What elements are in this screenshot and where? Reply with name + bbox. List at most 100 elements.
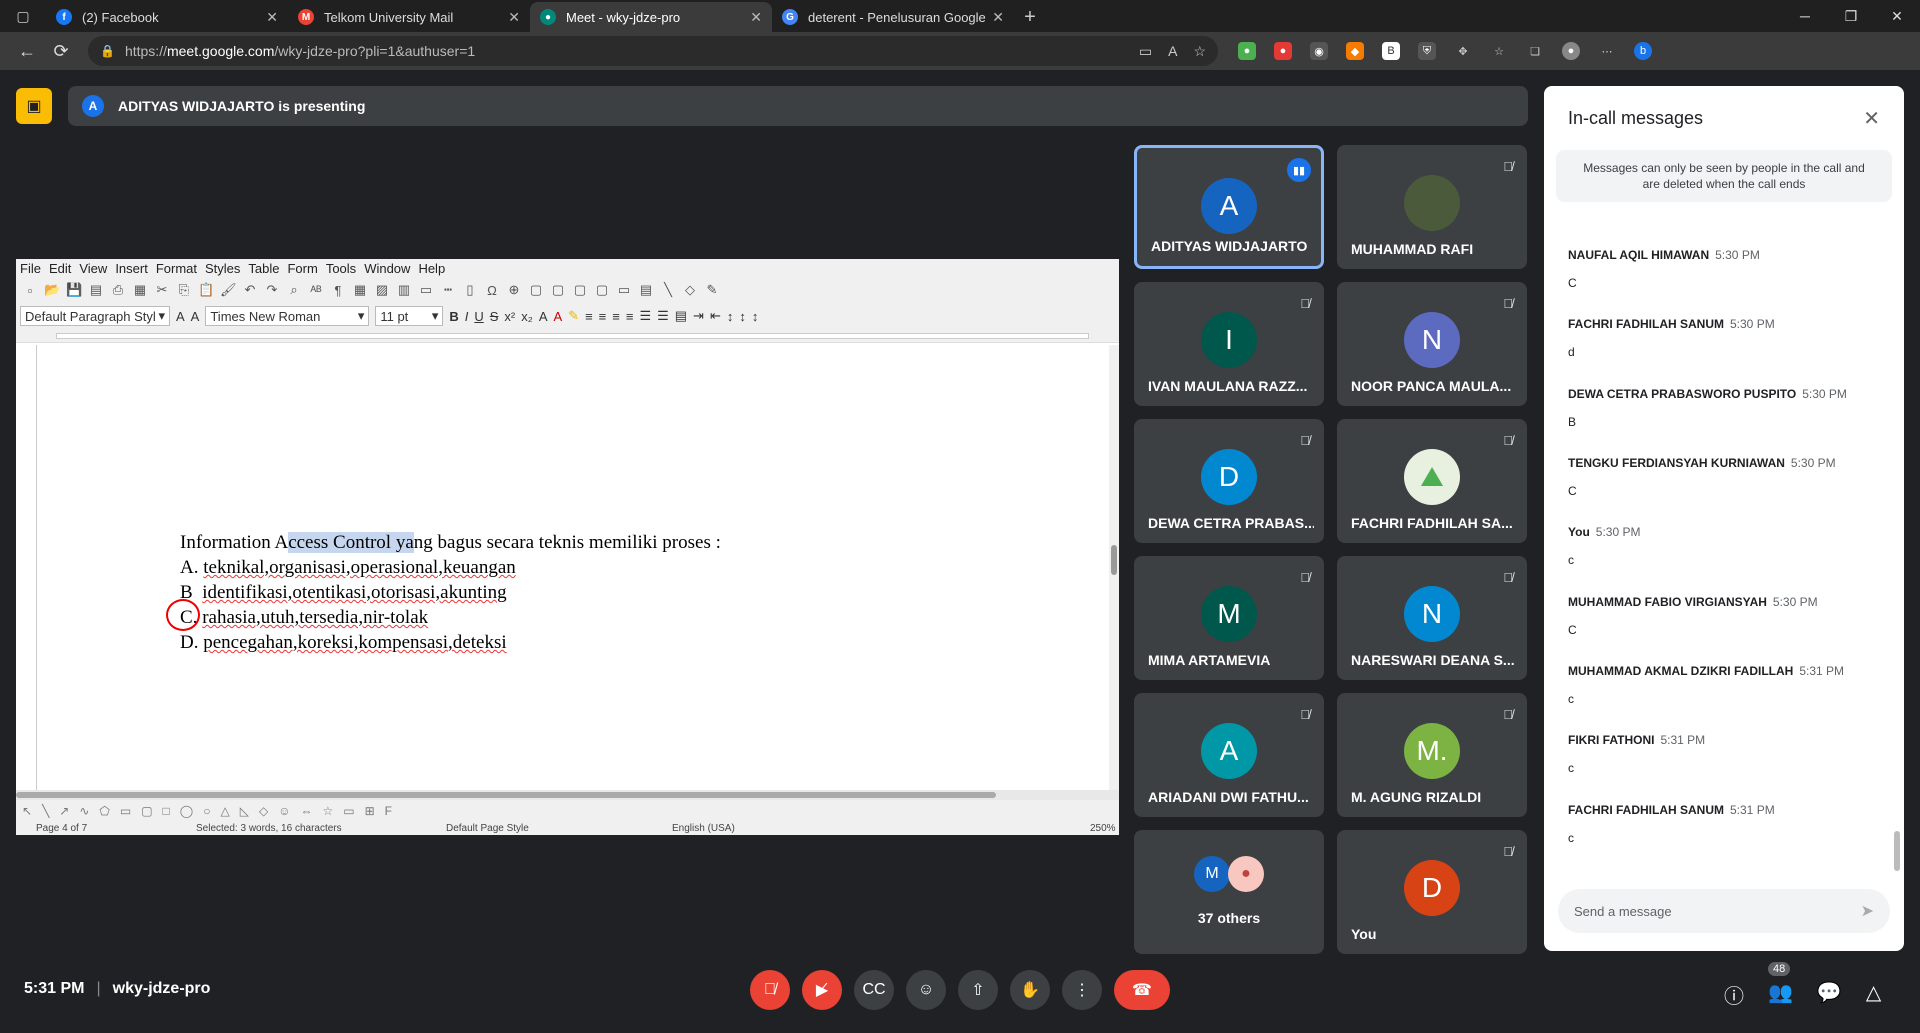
clear-formatting-icon[interactable]: A	[539, 309, 548, 324]
menu-insert[interactable]: Insert	[115, 261, 148, 276]
document-text[interactable]: Information Access Control yang bagus se…	[180, 530, 721, 655]
align-right-icon[interactable]: ≡	[612, 309, 620, 324]
favorite-add-icon[interactable]: ☆	[1193, 43, 1206, 60]
extension-icon[interactable]: ◆	[1346, 42, 1364, 60]
more-options-button[interactable]: ⋮	[1062, 970, 1102, 1010]
reactions-button[interactable]: ☺	[906, 970, 946, 1010]
menu-table[interactable]: Table	[248, 261, 279, 276]
rounded-rectangle-icon[interactable]: ▢	[141, 804, 152, 818]
chat-scrollbar[interactable]	[1894, 831, 1900, 871]
menu-form[interactable]: Form	[287, 261, 317, 276]
endnote-icon[interactable]: ▢	[550, 282, 566, 298]
tab-facebook[interactable]: f (2) Facebook ✕	[46, 2, 288, 32]
meeting-code[interactable]: wky-jdze-pro	[113, 980, 211, 998]
shapes-icon[interactable]: ◇	[682, 282, 698, 298]
italic-icon[interactable]: I	[465, 309, 469, 324]
update-style-icon[interactable]: A	[176, 309, 185, 324]
menu-view[interactable]: View	[79, 261, 107, 276]
menu-help[interactable]: Help	[418, 261, 445, 276]
restore-icon[interactable]: ❐	[1828, 0, 1874, 32]
diamond-icon[interactable]: ◇	[259, 804, 268, 818]
more-icon[interactable]: ⋯	[1598, 42, 1616, 60]
font-color-icon[interactable]: A	[553, 309, 562, 324]
cut-icon[interactable]: ✂	[154, 282, 170, 298]
select-icon[interactable]: ↖	[22, 804, 32, 818]
justify-icon[interactable]: ≡	[626, 309, 634, 324]
horizontal-ruler[interactable]	[16, 329, 1119, 343]
square-icon[interactable]: □	[163, 804, 170, 818]
chat-icon[interactable]: 💬	[1817, 980, 1842, 1009]
font-name-select[interactable]: Times New Roman ▾	[205, 306, 370, 326]
close-icon[interactable]: ✕	[266, 9, 278, 26]
tab-meet[interactable]: ● Meet - wky-jdze-pro ✕	[530, 2, 772, 32]
extensions-icon[interactable]: ✥	[1454, 42, 1472, 60]
raise-hand-button[interactable]: ✋	[1010, 970, 1050, 1010]
decrease-spacing-icon[interactable]: ↕	[752, 309, 759, 324]
insert-textbox-icon[interactable]: ▭	[418, 282, 434, 298]
close-icon[interactable]: ✕	[750, 9, 762, 26]
url-input[interactable]: 🔒 https://meet.google.com/wky-jdze-pro?p…	[88, 36, 1218, 66]
outline-icon[interactable]: ▤	[675, 308, 687, 324]
menu-edit[interactable]: Edit	[49, 261, 71, 276]
numbering-icon[interactable]: ☰	[657, 308, 669, 324]
increase-indent-icon[interactable]: ⇥	[693, 308, 704, 324]
print-preview-icon[interactable]: ▦	[132, 282, 148, 298]
others-tile[interactable]: M ● 37 others	[1134, 830, 1324, 954]
back-icon[interactable]: ←	[10, 36, 44, 66]
stop-presenting-icon[interactable]: ▣	[16, 88, 52, 124]
status-page-style[interactable]: Default Page Style	[446, 823, 529, 834]
collections-icon[interactable]: ❏	[1526, 42, 1544, 60]
ellipse-icon[interactable]: ◯	[180, 804, 193, 818]
bullets-icon[interactable]: ☰	[639, 308, 651, 324]
camera-off-button[interactable]: ▶̸	[802, 970, 842, 1010]
align-left-icon[interactable]: ≡	[585, 309, 593, 324]
window-close-icon[interactable]: ✕	[1874, 0, 1920, 32]
favorites-icon[interactable]: ☆	[1490, 42, 1508, 60]
camera-icon[interactable]: ▭	[1139, 43, 1152, 60]
horizontal-scrollbar[interactable]	[16, 790, 1119, 800]
menu-file[interactable]: File	[20, 261, 41, 276]
undo-icon[interactable]: ↶	[242, 282, 258, 298]
status-language[interactable]: English (USA)	[672, 823, 735, 834]
spelling-icon[interactable]: ᴬᴮ	[308, 283, 324, 298]
captions-button[interactable]: CC	[854, 970, 894, 1010]
participant-tile[interactable]: A ▮▮ ADITYAS WIDJAJARTO	[1134, 145, 1324, 269]
comment-icon[interactable]: ▭	[616, 282, 632, 298]
activities-icon[interactable]: △	[1866, 980, 1881, 1009]
highlight-icon[interactable]: ✎	[568, 308, 579, 324]
footnote-icon[interactable]: ▢	[528, 282, 544, 298]
tab-actions-icon[interactable]: ▢	[0, 0, 46, 32]
self-tile[interactable]: D 🎙̸ You	[1337, 830, 1527, 954]
extension-icon[interactable]: ●	[1238, 42, 1256, 60]
info-icon[interactable]: ⓘ	[1724, 980, 1744, 1009]
send-icon[interactable]: ➤	[1861, 901, 1874, 921]
participant-tile[interactable]: N 🎙̸ NARESWARI DEANA S...	[1337, 556, 1527, 680]
align-center-icon[interactable]: ≡	[599, 309, 607, 324]
insert-image-icon[interactable]: ▨	[374, 282, 390, 298]
star-icon[interactable]: ☆	[322, 804, 333, 818]
track-changes-icon[interactable]: ▤	[638, 282, 654, 298]
polygon-icon[interactable]: ⬠	[99, 804, 109, 818]
underline-icon[interactable]: U	[474, 309, 483, 324]
leave-call-button[interactable]: ☎	[1114, 970, 1170, 1010]
minimize-icon[interactable]: ─	[1782, 0, 1828, 32]
shield-icon[interactable]: ⛨	[1418, 42, 1436, 60]
status-zoom[interactable]: 250%	[1090, 823, 1116, 834]
paragraph-style-select[interactable]: Default Paragraph Styl ▾	[20, 306, 170, 326]
insert-chart-icon[interactable]: ▥	[396, 282, 412, 298]
fontwork-icon[interactable]: F	[385, 804, 392, 818]
document-canvas[interactable]: Information Access Control yang bagus se…	[16, 345, 1119, 790]
export-pdf-icon[interactable]: ▤	[88, 282, 104, 298]
message-input[interactable]: Send a message ➤	[1558, 889, 1890, 933]
open-icon[interactable]: 📂	[44, 282, 60, 298]
right-triangle-icon[interactable]: ◺	[240, 804, 249, 818]
arrow-icon[interactable]: ↗	[59, 804, 69, 818]
insert-field-icon[interactable]: ▯	[462, 282, 478, 298]
rectangle-icon[interactable]: ▭	[120, 804, 131, 818]
flowchart-icon[interactable]: ⊞	[365, 804, 375, 818]
formatting-marks-icon[interactable]: ¶	[330, 283, 346, 298]
double-arrow-icon[interactable]: ⇔	[300, 804, 312, 818]
menu-format[interactable]: Format	[156, 261, 197, 276]
extension-icon[interactable]: ●	[1274, 42, 1292, 60]
profile-avatar[interactable]: ●	[1562, 42, 1580, 60]
